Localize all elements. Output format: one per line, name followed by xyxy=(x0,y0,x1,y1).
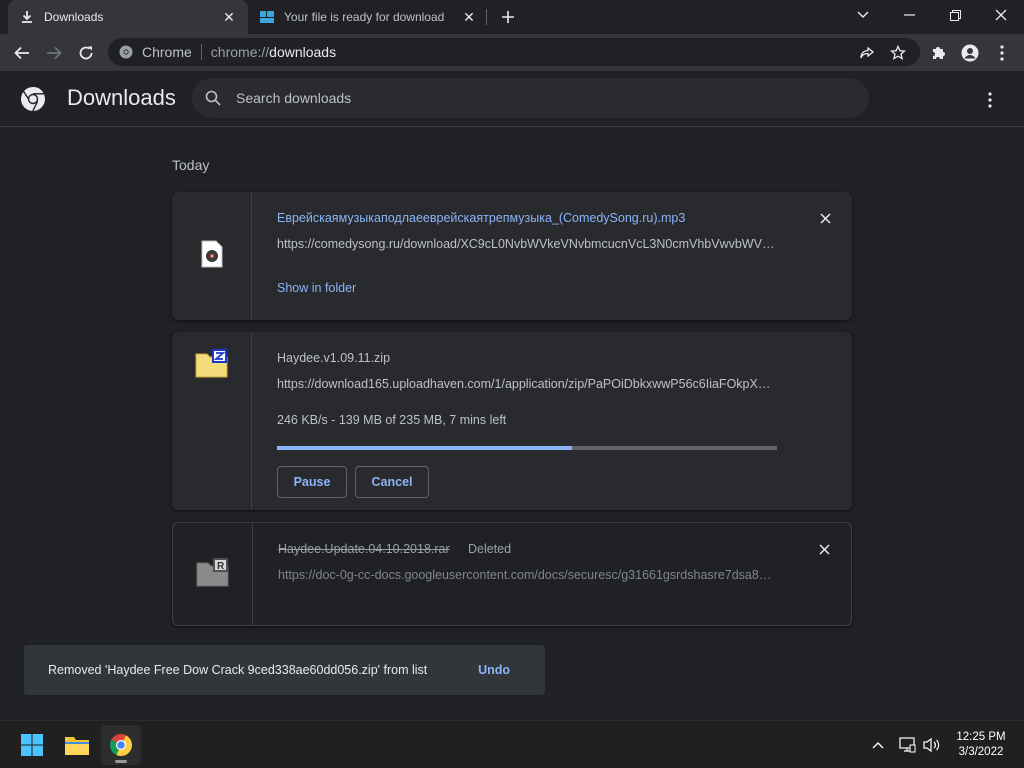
windows-logo-icon xyxy=(21,734,43,756)
downloads-more-menu-icon[interactable] xyxy=(978,88,1002,112)
url-scheme: chrome:// xyxy=(210,44,270,60)
bookmark-star-icon[interactable] xyxy=(889,44,907,62)
search-downloads-box[interactable] xyxy=(192,78,869,118)
deleted-label: Deleted xyxy=(468,542,512,556)
network-icon[interactable] xyxy=(897,735,917,755)
file-icon-column xyxy=(172,332,252,510)
tab-downloads[interactable]: Downloads ✕ xyxy=(8,0,248,34)
file-url[interactable]: https://download165.uploadhaven.com/1/ap… xyxy=(277,377,775,391)
browser-toolbar: Chrome chrome://downloads xyxy=(0,34,1024,71)
file-url: https://doc-0g-cc-docs.googleusercontent… xyxy=(278,568,776,582)
share-icon[interactable] xyxy=(858,44,876,62)
omnibox-divider xyxy=(200,44,202,60)
download-progress-fill xyxy=(277,446,572,450)
removed-toast: Removed 'Haydee Free Dow Crack 9ced338ae… xyxy=(24,645,545,695)
tab-strip: Downloads ✕ Your file is ready for downl… xyxy=(0,0,1024,34)
chrome-taskbar-button[interactable] xyxy=(101,725,141,765)
minimize-button[interactable] xyxy=(886,0,932,30)
tab-uploadhaven[interactable]: Your file is ready for download ✕ xyxy=(248,0,488,34)
search-icon xyxy=(204,89,222,107)
pause-button[interactable]: Pause xyxy=(277,466,347,498)
cancel-button[interactable]: Cancel xyxy=(355,466,429,498)
close-window-button[interactable] xyxy=(978,0,1024,30)
uploadhaven-icon xyxy=(258,8,276,26)
file-name-link[interactable]: Еврейскаямузыкаподлаееврейскаятрепмузыка… xyxy=(277,211,685,225)
site-chip[interactable]: Chrome xyxy=(142,44,192,60)
downloads-header: Downloads xyxy=(0,71,1024,127)
audio-file-icon xyxy=(201,240,223,273)
back-button[interactable] xyxy=(8,39,36,67)
extensions-icon[interactable] xyxy=(924,39,952,67)
zip-archive-icon xyxy=(195,348,229,383)
toast-message: Removed 'Haydee Free Dow Crack 9ced338ae… xyxy=(48,663,428,677)
download-icon xyxy=(18,8,36,26)
file-url[interactable]: https://comedysong.ru/download/XC9cL0Nvb… xyxy=(277,237,775,251)
clock-date: 3/3/2022 xyxy=(958,746,1004,758)
new-tab-button[interactable] xyxy=(497,6,519,28)
file-name-link[interactable]: Haydee.v1.09.11.zip xyxy=(277,351,390,365)
chrome-logo-icon xyxy=(20,86,46,112)
folder-icon xyxy=(65,737,89,755)
url-host: downloads xyxy=(269,44,337,60)
chrome-menu-icon[interactable] xyxy=(988,39,1016,67)
tab-close-icon[interactable]: ✕ xyxy=(460,8,478,26)
forward-button[interactable] xyxy=(40,39,68,67)
date-heading: Today xyxy=(172,157,210,173)
show-in-folder-link[interactable]: Show in folder xyxy=(277,281,356,295)
search-input[interactable] xyxy=(236,90,836,106)
profile-avatar-icon[interactable] xyxy=(956,39,984,67)
download-status: 246 KB/s - 139 MB of 235 MB, 7 mins left xyxy=(277,413,507,427)
undo-button[interactable]: Undo xyxy=(478,663,510,677)
address-bar[interactable]: Chrome chrome://downloads xyxy=(108,38,920,66)
chrome-icon xyxy=(118,44,134,60)
download-item: Haydee.v1.09.11.zip https://download165.… xyxy=(172,332,852,510)
clock-time: 12:25 PM xyxy=(956,731,1006,743)
tab-separator xyxy=(486,9,487,25)
chrome-color-icon xyxy=(110,734,132,756)
start-button[interactable] xyxy=(12,725,52,765)
restore-button[interactable] xyxy=(932,0,978,30)
windows-taskbar: 12:25 PM 3/3/2022 xyxy=(0,720,1024,768)
page-title: Downloads xyxy=(67,85,176,110)
download-item: Еврейскаямузыкаподлаееврейскаятрепмузыка… xyxy=(172,192,852,320)
file-name: Haydee.Update.04.10.2018.rar xyxy=(278,542,450,556)
svg-text:R: R xyxy=(217,561,225,572)
download-item: R Haydee.Update.04.10.2018.rar Deleted h… xyxy=(172,522,852,626)
taskbar-clock[interactable]: 12:25 PM 3/3/2022 xyxy=(946,730,1016,760)
tab-search-chevron-icon[interactable] xyxy=(840,0,886,30)
file-icon-column xyxy=(172,192,252,320)
reload-button[interactable] xyxy=(72,39,100,67)
tab-title: Downloads xyxy=(44,10,104,24)
file-icon-column: R xyxy=(173,523,253,625)
show-hidden-icons-chevron-icon[interactable] xyxy=(868,735,888,755)
rar-archive-icon: R xyxy=(196,557,230,592)
download-progress-bar xyxy=(277,446,777,450)
file-explorer-button[interactable] xyxy=(57,725,97,765)
tab-close-icon[interactable]: ✕ xyxy=(220,8,238,26)
remove-item-close-icon[interactable] xyxy=(817,542,831,556)
remove-item-close-icon[interactable] xyxy=(818,211,832,225)
volume-icon[interactable] xyxy=(922,735,942,755)
tab-title: Your file is ready for download xyxy=(284,10,445,24)
active-indicator xyxy=(115,760,127,763)
